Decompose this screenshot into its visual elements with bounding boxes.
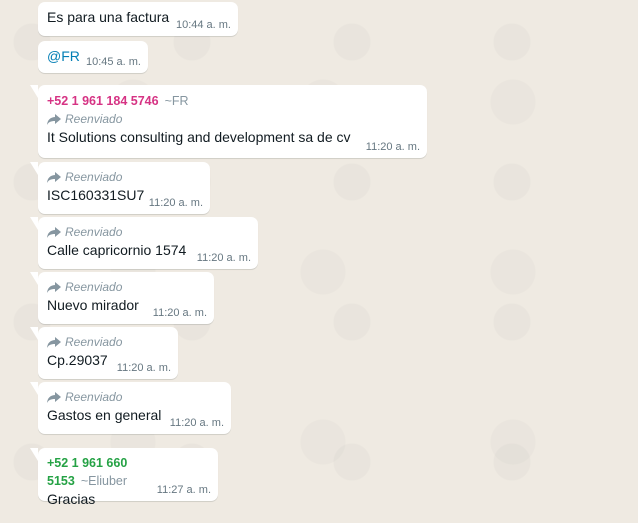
forward-arrow-icon [47, 336, 61, 348]
forward-arrow-icon [47, 281, 61, 293]
message-bubble[interactable]: Reenviado Nuevo mirador 11:20 a. m. [30, 272, 214, 324]
message-bubble[interactable]: +52 1 961 184 5746 ~FR Reenviado It Solut… [30, 85, 427, 158]
forward-arrow-icon [47, 171, 61, 183]
message-time: 11:20 a. m. [196, 252, 251, 264]
message-time: 11:20 a. m. [116, 362, 171, 374]
message-text: ISC160331SU7 [47, 187, 145, 203]
sender-push-name: ~Eliuber [80, 474, 128, 488]
forwarded-label: Reenviado [47, 388, 222, 406]
forwarded-label: Reenviado [47, 223, 249, 241]
message-sender[interactable]: +52 1 961 184 5746 ~FR [47, 92, 418, 110]
forwarded-label: Reenviado [47, 278, 205, 296]
message-time: 10:45 a. m. [85, 56, 141, 68]
message-time: 11:20 a. m. [148, 197, 203, 209]
message-bubble[interactable]: @FR 10:45 a. m. [38, 41, 148, 73]
message-text: Calle capricornio 1574 [47, 242, 187, 258]
message-bubble[interactable]: Reenviado Gastos en general 11:20 a. m. [30, 382, 231, 434]
message-text: Nuevo mirador [47, 297, 139, 313]
message-bubble[interactable]: +52 1 961 660 5153 ~Eliuber Gracias 11:27… [30, 448, 218, 507]
message-time: 11:20 a. m. [169, 417, 224, 429]
forwarded-label: Reenviado [47, 168, 201, 186]
chat-panel[interactable]: Es para una factura 10:44 a. m. @FR 10:4… [0, 0, 638, 523]
message-text: Gracias [47, 491, 96, 507]
mention-link[interactable]: @FR [47, 48, 80, 64]
sender-phone[interactable]: +52 1 961 184 5746 [47, 94, 159, 108]
forward-arrow-icon [47, 113, 61, 125]
message-bubble[interactable]: Reenviado Cp.29037 11:20 a. m. [30, 327, 178, 379]
message-bubble[interactable]: Es para una factura 10:44 a. m. [38, 2, 238, 36]
message-time: 11:27 a. m. [156, 484, 211, 496]
message-text: Es para una factura [47, 9, 170, 25]
forward-arrow-icon [47, 391, 61, 403]
forwarded-label: Reenviado [47, 110, 418, 128]
message-time: 11:20 a. m. [365, 141, 420, 153]
message-bubble[interactable]: Reenviado ISC160331SU7 11:20 a. m. [30, 162, 210, 214]
message-time: 11:20 a. m. [152, 307, 207, 319]
message-text: Cp.29037 [47, 352, 108, 368]
forward-arrow-icon [47, 226, 61, 238]
message-text: It Solutions consulting and development … [47, 129, 351, 145]
sender-push-name: ~FR [164, 94, 189, 108]
forwarded-label: Reenviado [47, 333, 169, 351]
message-bubble[interactable]: Reenviado Calle capricornio 1574 11:20 a… [30, 217, 258, 269]
message-text: Gastos en general [47, 407, 162, 423]
message-time: 10:44 a. m. [175, 19, 231, 31]
